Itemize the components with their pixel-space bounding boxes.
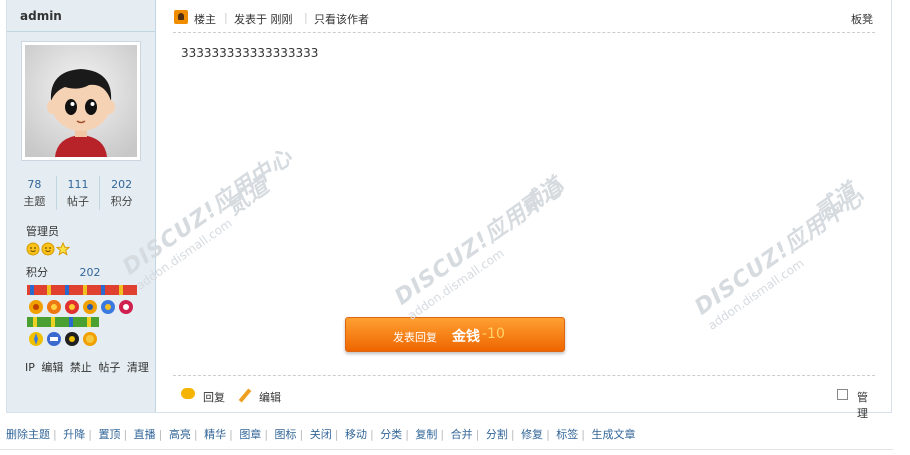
divider: | bbox=[440, 428, 445, 441]
author-sidebar: admin 78 主题 111 帖子 202 积分 管理员 积分 202 IP … bbox=[7, 0, 156, 412]
ip-link[interactable]: IP bbox=[25, 361, 35, 374]
divider: | bbox=[334, 428, 339, 441]
digest-link[interactable]: 精华 bbox=[204, 428, 226, 441]
stat-value: 202 bbox=[111, 178, 133, 191]
user-posts-link[interactable]: 帖子 bbox=[98, 361, 120, 374]
divider: | bbox=[510, 428, 515, 441]
divider: | bbox=[369, 428, 374, 441]
divider: | bbox=[581, 428, 585, 441]
copy-link[interactable]: 复制 bbox=[415, 428, 437, 441]
floor-number[interactable]: 板凳 bbox=[851, 11, 873, 27]
reply-link[interactable]: 回复 bbox=[203, 389, 225, 405]
reply-money-label: 金钱 bbox=[452, 329, 480, 345]
stat-value: 78 bbox=[27, 178, 42, 191]
medal-row bbox=[27, 317, 139, 349]
divider: | bbox=[224, 11, 228, 24]
author-actions: IP 编辑 禁止 帖子 清理 bbox=[25, 359, 152, 375]
moderation-toolbar: 删除主题 | 升降 | 置顶 | 直播 | 高亮 | 精华 | 图章 | 图标 | 关闭 | 移动… bbox=[6, 426, 636, 442]
clean-user-link[interactable]: 清理 bbox=[127, 361, 149, 374]
credit-value[interactable]: 202 bbox=[80, 266, 101, 279]
post-content: 333333333333333333 bbox=[181, 46, 319, 60]
medal-icon bbox=[27, 317, 99, 346]
divider bbox=[0, 449, 893, 450]
repair-link[interactable]: 修复 bbox=[521, 428, 543, 441]
divider: | bbox=[123, 428, 128, 441]
stat-label: 积分 bbox=[110, 195, 133, 208]
medal-row bbox=[27, 285, 139, 317]
post-footer: 回复 编辑 管理 bbox=[173, 375, 875, 420]
tag-link[interactable]: 标签 bbox=[556, 428, 578, 441]
category-link[interactable]: 分类 bbox=[380, 428, 402, 441]
bump-link[interactable]: 升降 bbox=[63, 428, 85, 441]
divider: | bbox=[229, 428, 233, 441]
move-link[interactable]: 移动 bbox=[345, 428, 367, 441]
divider: | bbox=[299, 428, 304, 441]
divider: | bbox=[264, 428, 269, 441]
post-time: 发表于 刚刚 bbox=[234, 13, 293, 26]
close-link[interactable]: 关闭 bbox=[310, 428, 332, 441]
avatar-image bbox=[25, 45, 137, 157]
medal-icon bbox=[27, 285, 137, 314]
ban-user-link[interactable]: 禁止 bbox=[70, 361, 92, 374]
icon-link[interactable]: 图标 bbox=[275, 428, 297, 441]
host-icon bbox=[174, 10, 188, 24]
post-container: admin 78 主题 111 帖子 202 积分 管理员 积分 202 IP … bbox=[6, 0, 892, 420]
credit-label: 积分 bbox=[26, 266, 48, 279]
stat-label: 主题 bbox=[23, 195, 46, 208]
user-group[interactable]: 管理员 bbox=[26, 223, 59, 239]
author-name[interactable]: admin bbox=[20, 9, 62, 23]
stat-value: 111 bbox=[67, 178, 89, 191]
divider: | bbox=[304, 11, 308, 24]
divider: | bbox=[53, 428, 57, 441]
reply-cost-value: -10 bbox=[482, 326, 505, 342]
divider: | bbox=[475, 428, 480, 441]
credit-row: 积分 202 bbox=[26, 264, 101, 280]
host-label: 楼主 bbox=[194, 13, 216, 26]
medal-list bbox=[27, 285, 139, 349]
sun-icon bbox=[26, 242, 40, 256]
reply-icon[interactable] bbox=[181, 388, 195, 399]
divider: | bbox=[405, 428, 409, 441]
stat-label: 帖子 bbox=[67, 195, 89, 208]
divider: | bbox=[546, 428, 550, 441]
edit-icon[interactable] bbox=[238, 388, 252, 403]
reply-cost-button[interactable]: 发表回复 金钱 -10 bbox=[345, 317, 565, 352]
rank-stars bbox=[26, 242, 70, 256]
post-header: 楼主 | 发表于 刚刚 | 只看该作者 板凳 bbox=[173, 0, 875, 33]
delete-thread-link[interactable]: 删除主题 bbox=[6, 428, 50, 441]
reply-button-label: 发表回复 bbox=[393, 331, 437, 344]
stat-credits[interactable]: 202 积分 bbox=[100, 176, 143, 210]
divider bbox=[7, 31, 156, 32]
sun-icon bbox=[41, 242, 55, 256]
edit-link[interactable]: 编辑 bbox=[259, 389, 281, 405]
divider: | bbox=[158, 428, 163, 441]
edit-user-link[interactable]: 编辑 bbox=[41, 361, 63, 374]
split-link[interactable]: 分割 bbox=[486, 428, 508, 441]
manage-label[interactable]: 管理 bbox=[857, 389, 875, 421]
divider: | bbox=[88, 428, 92, 441]
merge-link[interactable]: 合并 bbox=[451, 428, 473, 441]
live-link[interactable]: 直播 bbox=[134, 428, 156, 441]
only-author-link[interactable]: 只看该作者 bbox=[314, 11, 369, 27]
star-icon bbox=[56, 242, 70, 256]
generate-article-link[interactable]: 生成文章 bbox=[592, 428, 636, 441]
author-stats: 78 主题 111 帖子 202 积分 bbox=[13, 176, 143, 210]
stat-posts[interactable]: 111 帖子 bbox=[57, 176, 101, 210]
highlight-link[interactable]: 高亮 bbox=[169, 428, 191, 441]
avatar[interactable] bbox=[21, 41, 141, 161]
divider: | bbox=[193, 428, 198, 441]
stat-threads[interactable]: 78 主题 bbox=[13, 176, 57, 210]
manage-checkbox[interactable] bbox=[837, 389, 848, 400]
sticky-link[interactable]: 置顶 bbox=[98, 428, 120, 441]
stamp-link[interactable]: 图章 bbox=[239, 428, 261, 441]
